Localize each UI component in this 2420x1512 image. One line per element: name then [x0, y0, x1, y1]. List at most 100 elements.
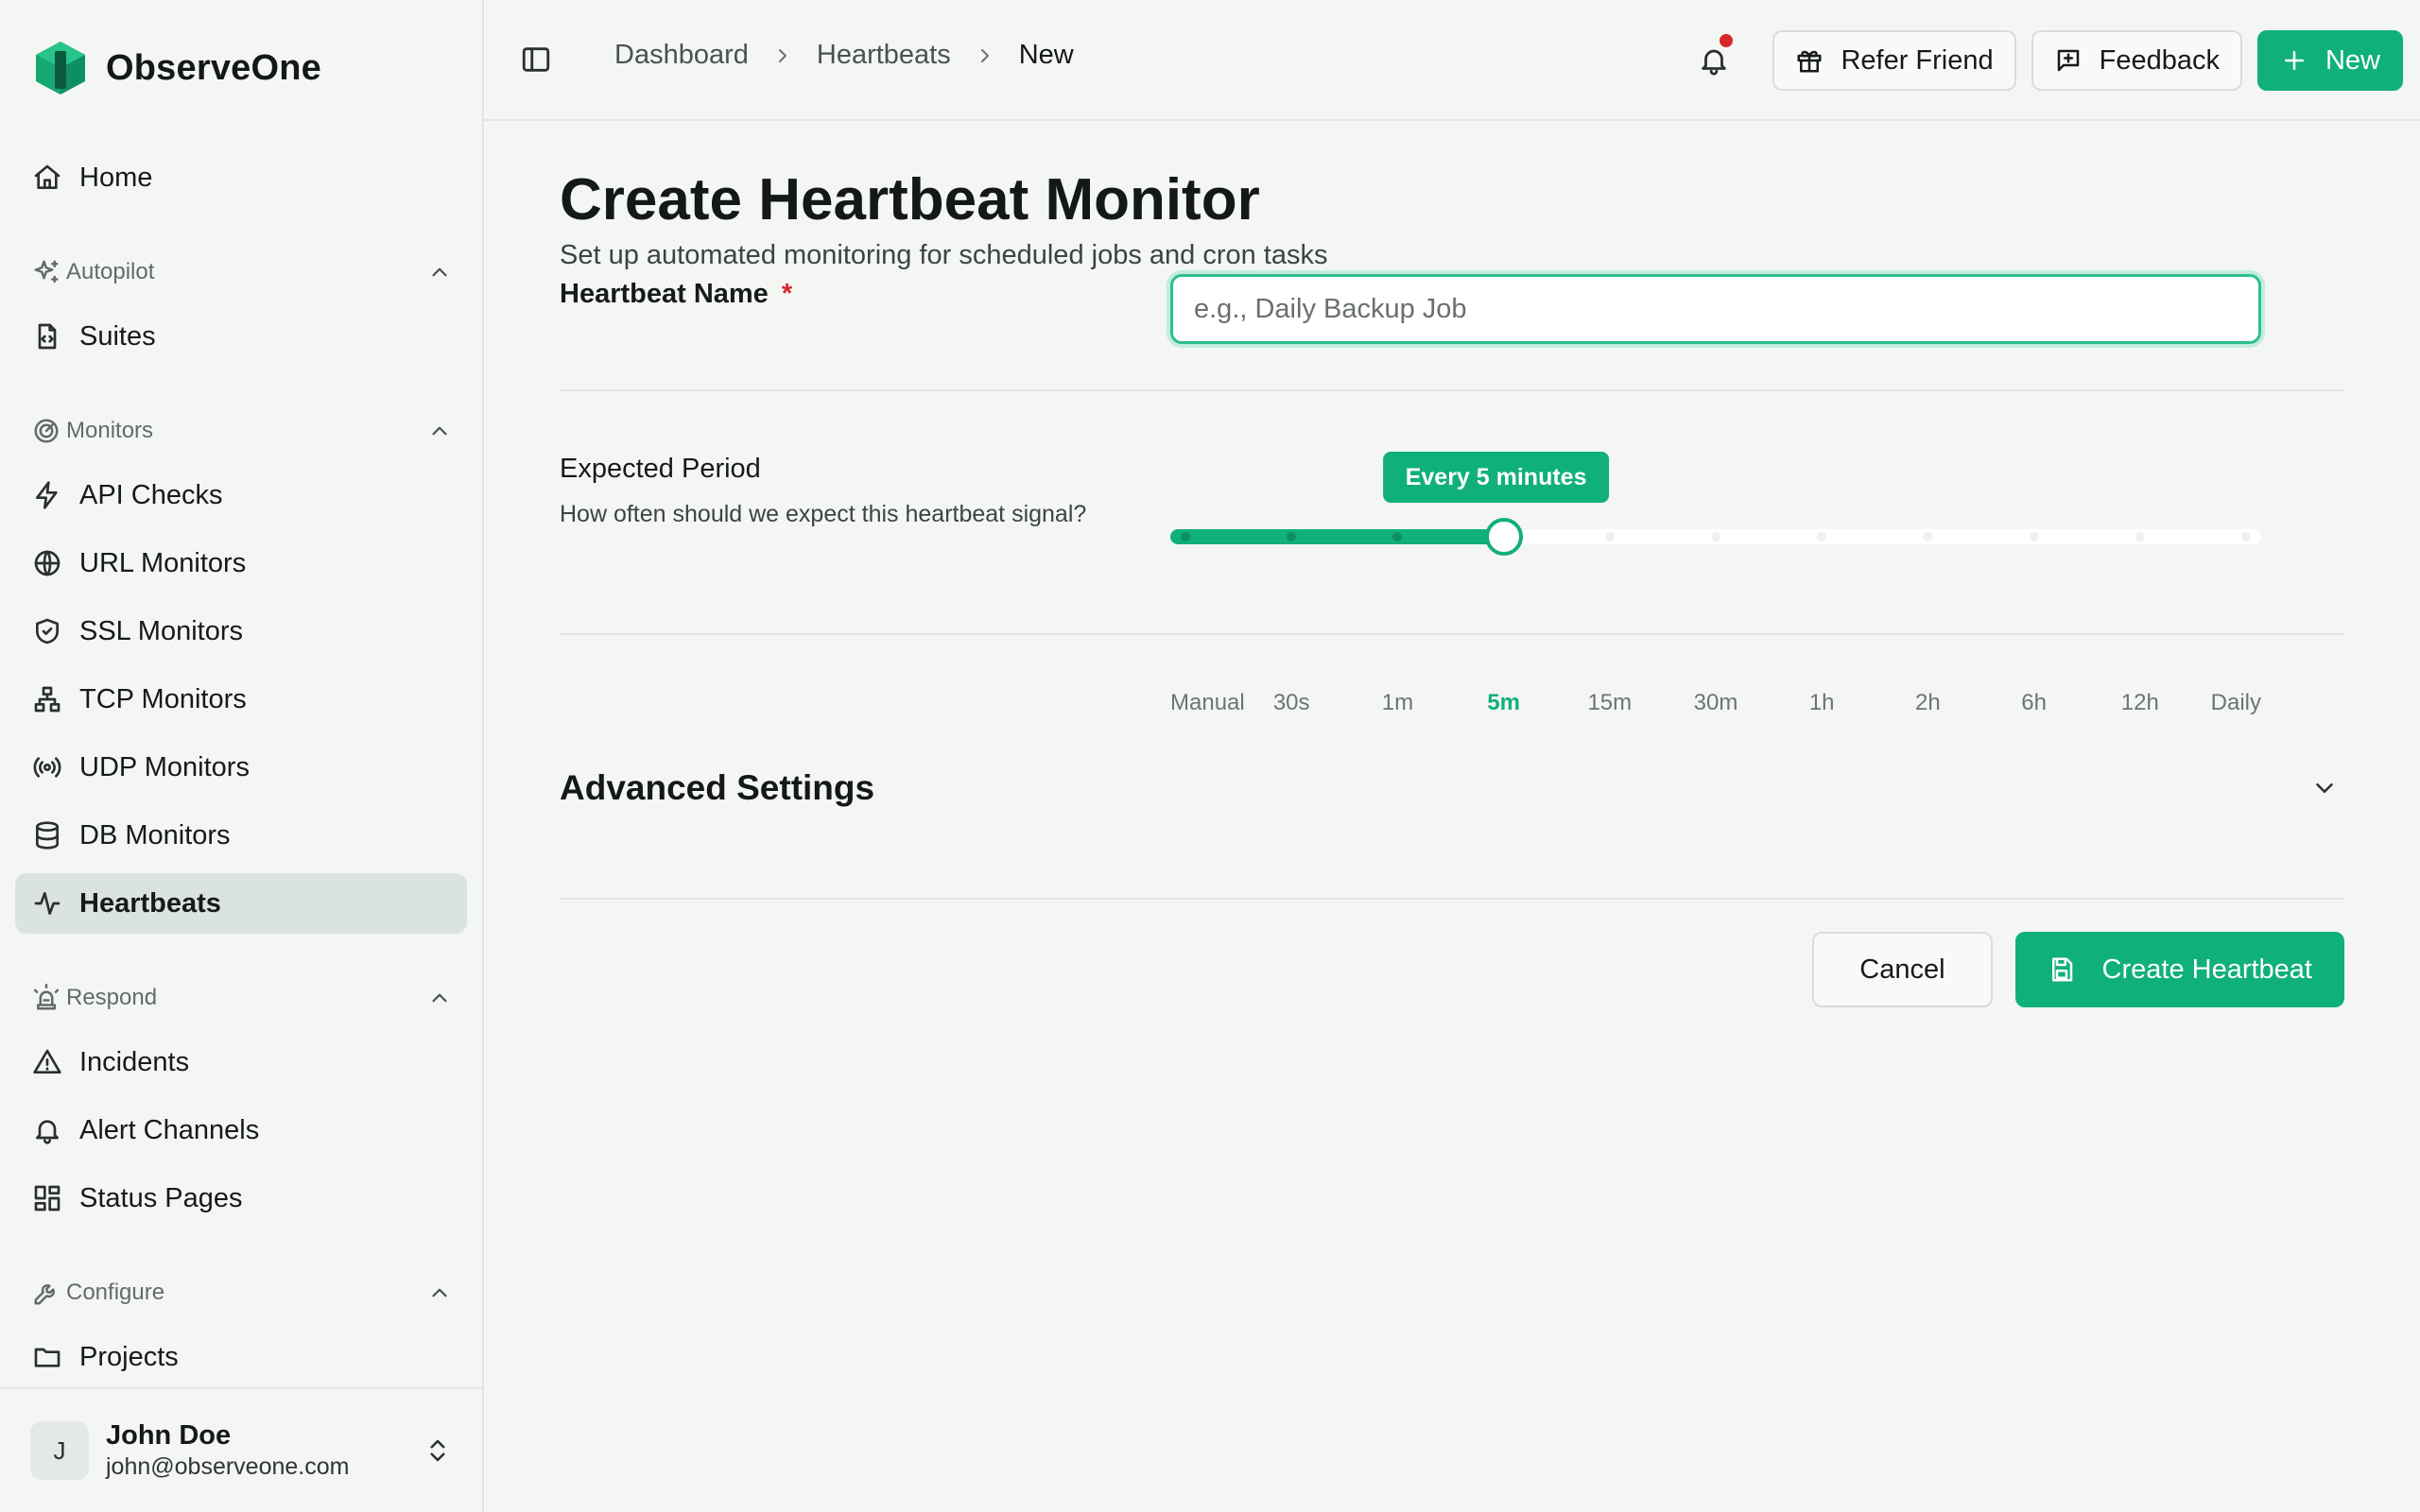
cancel-button[interactable]: Cancel: [1812, 932, 1993, 1007]
sidebar-item-label: Home: [79, 162, 153, 193]
sidebar-item-label: TCP Monitors: [79, 683, 247, 714]
sidebar-item-projects[interactable]: Projects: [15, 1327, 467, 1385]
sidebar-item-tcp-monitors[interactable]: TCP Monitors: [15, 669, 467, 730]
notifications-button[interactable]: [1685, 30, 1742, 91]
sidebar-item-suites[interactable]: Suites: [15, 306, 467, 367]
folder-icon: [32, 1342, 62, 1372]
sidebar-item-label: UDP Monitors: [79, 751, 250, 782]
sidebar-item-api-checks[interactable]: API Checks: [15, 465, 467, 525]
slider-option-label[interactable]: 30m: [1694, 690, 1738, 716]
alert-triangle-icon: [32, 1047, 62, 1077]
gift-icon: [1795, 46, 1824, 75]
slider-tick: [2135, 532, 2145, 541]
sidebar-item-label: Projects: [79, 1341, 179, 1372]
radar-icon: [32, 417, 60, 445]
topbar: Dashboard Heartbeats New Refer Friend Fe…: [484, 0, 2420, 121]
new-button[interactable]: New: [2256, 30, 2403, 91]
sidebar-item-heartbeats[interactable]: Heartbeats: [15, 873, 467, 934]
divider: [560, 633, 2344, 635]
slider-option-label[interactable]: 30s: [1273, 690, 1310, 716]
sidebar-toggle-icon[interactable]: [520, 43, 552, 76]
wrench-icon: [32, 1279, 60, 1307]
siren-icon: [32, 984, 60, 1012]
sidebar-item-label: Alert Channels: [79, 1114, 260, 1145]
chevron-right-icon: [974, 44, 996, 67]
sidebar-item-url-monitors[interactable]: URL Monitors: [15, 533, 467, 593]
sidebar-item-home[interactable]: Home: [15, 147, 467, 208]
slider-option-label[interactable]: Daily: [2211, 690, 2261, 716]
sidebar-item-label: Suites: [79, 320, 156, 352]
feedback-button[interactable]: Feedback: [2031, 30, 2242, 91]
avatar: J: [30, 1421, 89, 1480]
home-icon: [32, 163, 62, 193]
slider-option-label[interactable]: 12h: [2121, 690, 2159, 716]
form-actions: Cancel Create Heartbeat: [1812, 932, 2344, 1007]
heartbeat-name-input[interactable]: [1170, 274, 2261, 344]
sidebar-item-incidents[interactable]: Incidents: [15, 1032, 467, 1092]
message-plus-icon: [2054, 46, 2083, 75]
feedback-label: Feedback: [2099, 44, 2220, 76]
slider-option-label[interactable]: 6h: [2021, 690, 2047, 716]
slider-option-label[interactable]: 1h: [1809, 690, 1835, 716]
zap-icon: [32, 480, 62, 510]
top-actions: Refer Friend Feedback New: [1685, 30, 2403, 91]
slider-option-label[interactable]: 15m: [1587, 690, 1632, 716]
bell-icon: [32, 1115, 62, 1145]
group-header-respond[interactable]: Respond: [15, 971, 467, 1024]
slider-option-label[interactable]: 1m: [1382, 690, 1413, 716]
user-email: john@observeone.com: [106, 1453, 350, 1480]
sidebar-item-label: DB Monitors: [79, 819, 231, 850]
group-header-configure[interactable]: Configure: [15, 1266, 467, 1319]
refer-friend-button[interactable]: Refer Friend: [1772, 30, 2016, 91]
expected-period-label: Expected Period: [560, 454, 761, 484]
brand[interactable]: ObserveOne: [34, 40, 321, 96]
create-heartbeat-label: Create Heartbeat: [2101, 954, 2312, 985]
slider-option-label[interactable]: Manual: [1170, 690, 1245, 716]
page-subtitle: Set up automated monitoring for schedule…: [560, 240, 1328, 270]
hexagon-logo-icon: [34, 40, 87, 96]
sidebar-item-udp-monitors[interactable]: UDP Monitors: [15, 737, 467, 798]
slider-option-label[interactable]: 5m: [1487, 690, 1520, 716]
expected-period-help: How often should we expect this heartbea…: [560, 501, 1087, 527]
layout-dashboard-icon: [32, 1183, 62, 1213]
brand-name: ObserveOne: [106, 47, 321, 88]
sidebar-item-label: Status Pages: [79, 1182, 243, 1213]
user-info: John Doe john@observeone.com: [106, 1420, 406, 1481]
breadcrumb: Dashboard Heartbeats New: [614, 40, 1074, 71]
group-header-autopilot[interactable]: Autopilot: [15, 246, 467, 299]
sidebar-item-ssl-monitors[interactable]: SSL Monitors: [15, 601, 467, 662]
sidebar-item-db-monitors[interactable]: DB Monitors: [15, 805, 467, 866]
slider-tick: [2029, 532, 2039, 541]
group-label: Configure: [66, 1280, 165, 1305]
radio-icon: [32, 752, 62, 782]
network-icon: [32, 684, 62, 714]
chevron-up-icon: [427, 986, 452, 1010]
advanced-settings-toggle[interactable]: Advanced Settings: [560, 741, 2344, 835]
file-code-icon: [32, 321, 62, 352]
group-label: Respond: [66, 985, 158, 1010]
user-menu[interactable]: J John Doe john@observeone.com: [0, 1387, 482, 1512]
breadcrumb-dashboard[interactable]: Dashboard: [614, 40, 749, 71]
sidebar-item-alert-channels[interactable]: Alert Channels: [15, 1100, 467, 1160]
sidebar-item-label: URL Monitors: [79, 547, 247, 578]
group-header-monitors[interactable]: Monitors: [15, 404, 467, 457]
plus-icon: [2280, 46, 2308, 75]
chevron-up-icon: [427, 1280, 452, 1305]
sidebar-item-label: SSL Monitors: [79, 615, 243, 646]
slider-thumb[interactable]: [1484, 518, 1523, 556]
slider-option-label[interactable]: 2h: [1915, 690, 1941, 716]
chevron-down-icon: [2310, 774, 2339, 802]
group-label: Monitors: [66, 418, 154, 443]
chevron-right-icon: [771, 44, 794, 67]
advanced-settings-title: Advanced Settings: [560, 768, 875, 807]
activity-icon: [32, 888, 62, 919]
save-icon: [2048, 955, 2076, 984]
breadcrumb-heartbeats[interactable]: Heartbeats: [817, 40, 951, 71]
create-heartbeat-button[interactable]: Create Heartbeat: [2014, 932, 2344, 1007]
sidebar-item-status-pages[interactable]: Status Pages: [15, 1168, 467, 1228]
chevrons-up-down-icon: [424, 1436, 452, 1465]
required-mark: *: [781, 279, 793, 309]
expected-period-slider[interactable]: Every 5 minutes Manual 30s 1m 5m 15m 30m 1h 2h 6…: [1170, 452, 2261, 735]
slider-tooltip: Every 5 minutes: [1382, 452, 1610, 503]
chevron-up-icon: [427, 419, 452, 443]
